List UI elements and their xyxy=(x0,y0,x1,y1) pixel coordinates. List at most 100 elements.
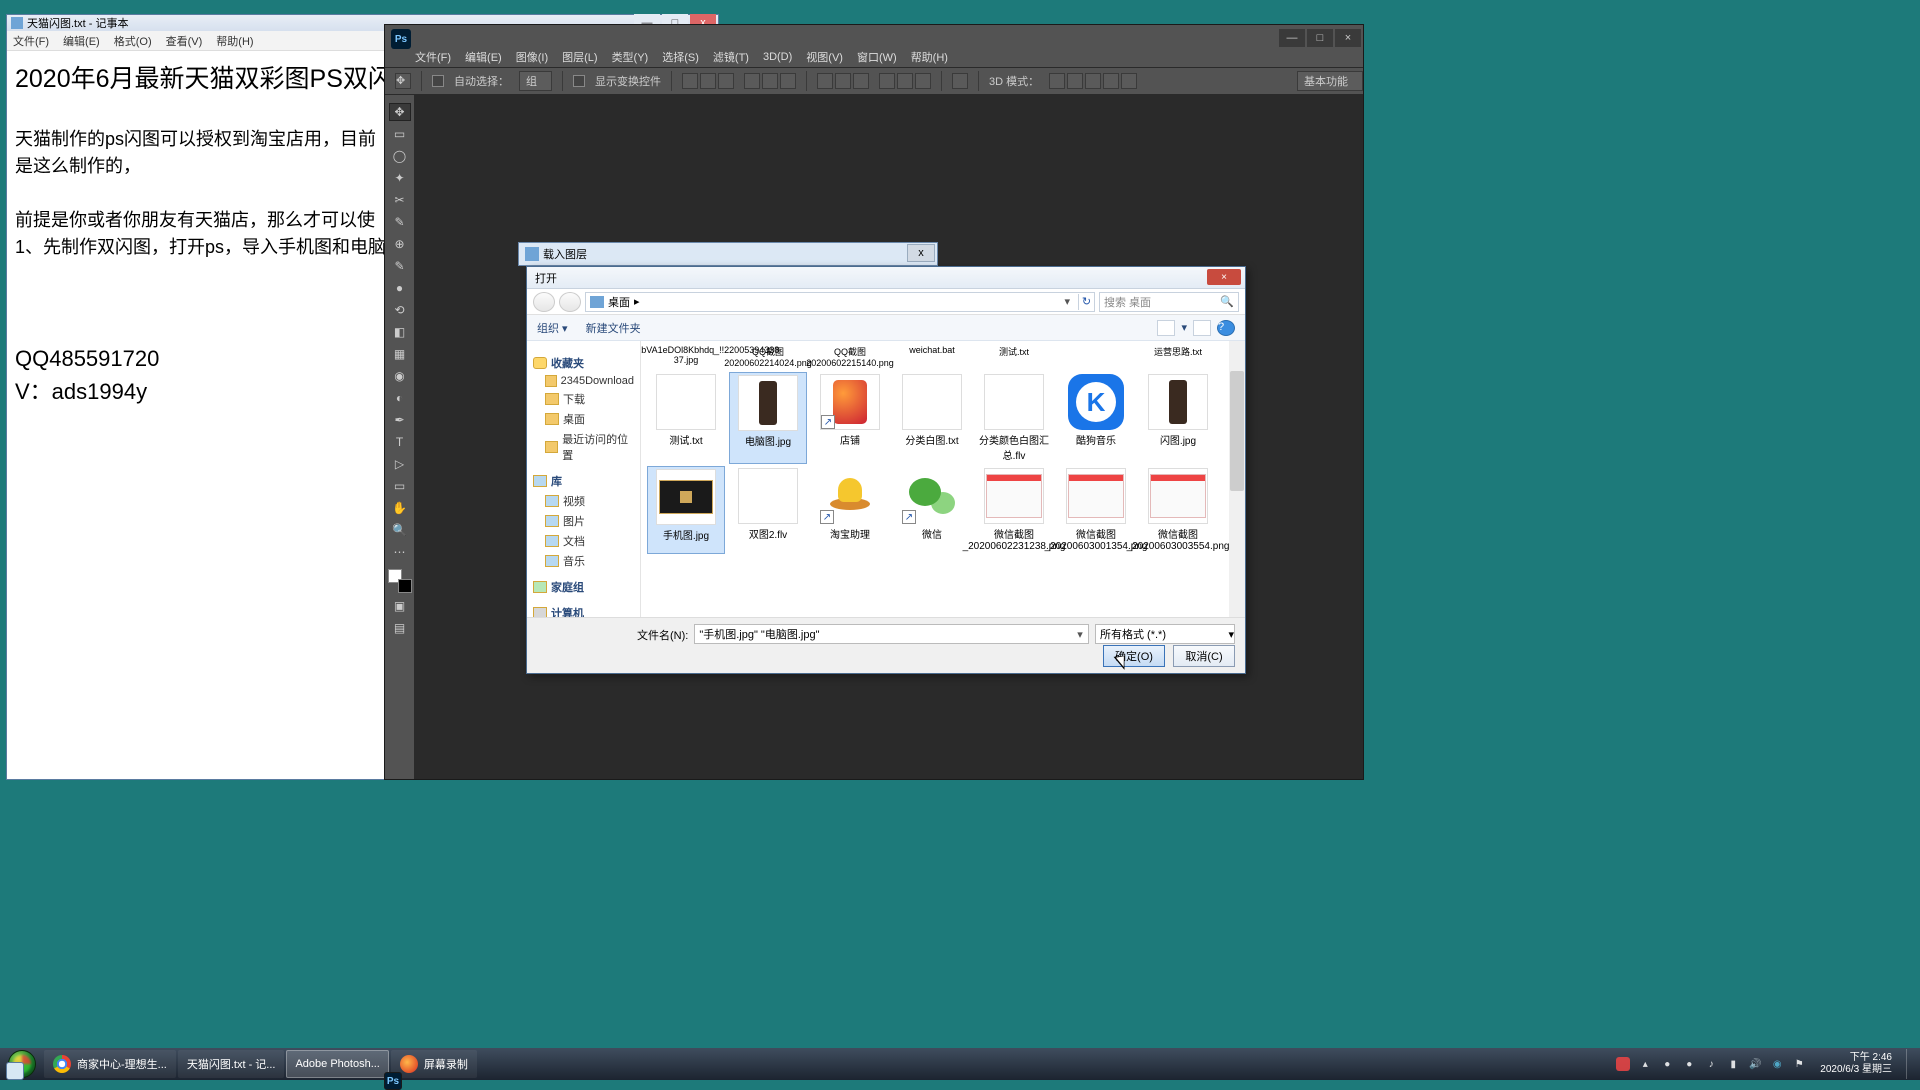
dropdown-icon[interactable]: ▾ xyxy=(1072,628,1088,641)
menu-view[interactable]: 查看(V) xyxy=(166,33,203,49)
menu-file[interactable]: 文件(F) xyxy=(13,33,49,49)
gradient-tool[interactable]: ▦ xyxy=(389,345,411,363)
quickmask-tool[interactable]: ▣ xyxy=(389,597,411,615)
wand-tool[interactable]: ✦ xyxy=(389,169,411,187)
zoom-tool[interactable]: 🔍 xyxy=(389,521,411,539)
align-icon[interactable] xyxy=(718,73,734,89)
organize-menu[interactable]: 组织 ▾ xyxy=(537,320,568,336)
menu-help[interactable]: 帮助(H) xyxy=(911,49,948,65)
tree-video[interactable]: 视频 xyxy=(531,491,636,511)
view-mode-icon[interactable] xyxy=(1157,320,1175,336)
distribute-icon[interactable] xyxy=(835,73,851,89)
path-dropdown-icon[interactable]: ▾ xyxy=(1064,295,1074,308)
menu-3d[interactable]: 3D(D) xyxy=(763,51,792,63)
forward-button[interactable] xyxy=(559,292,581,312)
file-item[interactable]: 测试.txt xyxy=(975,343,1053,370)
tree-downloads[interactable]: 下载 xyxy=(531,389,636,409)
align-icon[interactable] xyxy=(780,73,796,89)
tray-icon[interactable]: ♪ xyxy=(1704,1057,1718,1071)
shape-tool[interactable]: ▭ xyxy=(389,477,411,495)
load-layers-dialog-titlebar[interactable]: 载入图层 x xyxy=(518,242,938,266)
open-dialog-titlebar[interactable]: 打开 × xyxy=(527,267,1245,289)
tree-recent[interactable]: 最近访问的位置 xyxy=(531,429,636,465)
back-button[interactable] xyxy=(533,292,555,312)
menu-window[interactable]: 窗口(W) xyxy=(857,49,897,65)
file-item[interactable]: QQ截图20200602214024.png xyxy=(729,343,807,370)
distribute-icon[interactable] xyxy=(879,73,895,89)
path-tool[interactable]: ▷ xyxy=(389,455,411,473)
help-icon[interactable]: ? xyxy=(1217,320,1235,336)
menu-format[interactable]: 格式(O) xyxy=(114,33,152,49)
filter-dropdown[interactable]: 所有格式 (*.*)▾ xyxy=(1095,624,1235,644)
file-scrollbar[interactable] xyxy=(1229,341,1245,617)
volume-icon[interactable]: 🔊 xyxy=(1748,1057,1762,1071)
filename-input[interactable]: "手机图.jpg" "电脑图.jpg"▾ xyxy=(694,624,1089,644)
stamp-tool[interactable]: ● xyxy=(389,279,411,297)
move-tool-icon[interactable]: ✥ xyxy=(395,73,411,89)
align-icon[interactable] xyxy=(682,73,698,89)
taskbar-item-chrome[interactable]: 商家中心-理想生... xyxy=(44,1050,176,1078)
tree-computer[interactable]: 计算机 xyxy=(531,603,636,617)
auto-select-dropdown[interactable]: 组 xyxy=(519,71,552,91)
path-bar[interactable]: 桌面 ▸ ▾ ↻ xyxy=(585,292,1095,312)
file-item-selected[interactable]: 电脑图.jpg xyxy=(729,372,807,464)
type-tool[interactable]: T xyxy=(389,433,411,451)
tree-libraries[interactable]: 库 xyxy=(531,471,636,491)
eraser-tool[interactable]: ◧ xyxy=(389,323,411,341)
close-button[interactable]: x xyxy=(907,244,935,262)
tray-icon[interactable]: ● xyxy=(1660,1057,1674,1071)
file-item[interactable]: 微信截图_20200603003554.png xyxy=(1139,466,1217,554)
hand-tool[interactable]: ✋ xyxy=(389,499,411,517)
search-box[interactable]: 搜索 桌面 🔍 xyxy=(1099,292,1239,312)
menu-select[interactable]: 选择(S) xyxy=(662,49,699,65)
close-button[interactable]: × xyxy=(1207,269,1241,285)
file-list[interactable]: O1cN01QfAbVA1eDOl8Kbhdq_!!22005394338 37… xyxy=(641,341,1245,617)
taskbar-item-recorder[interactable]: 屏幕录制 xyxy=(391,1050,477,1078)
file-item[interactable]: 闪图.jpg xyxy=(1139,372,1217,464)
move-tool[interactable]: ✥ xyxy=(389,103,411,121)
new-folder-button[interactable]: 新建文件夹 xyxy=(586,320,641,336)
file-item[interactable]: 分类颜色白图汇总.flv xyxy=(975,372,1053,464)
3d-icon[interactable] xyxy=(1049,73,1065,89)
history-brush-tool[interactable]: ⟲ xyxy=(389,301,411,319)
ps-titlebar[interactable] xyxy=(385,25,1363,47)
tree-pictures[interactable]: 图片 xyxy=(531,511,636,531)
dropdown-icon[interactable]: ▾ xyxy=(1228,628,1234,641)
tray-icon[interactable]: ● xyxy=(1682,1057,1696,1071)
tree-documents[interactable]: 文档 xyxy=(531,531,636,551)
tray-up-icon[interactable]: ▴ xyxy=(1638,1057,1652,1071)
scrollbar-thumb[interactable] xyxy=(1230,371,1244,491)
eyedropper-tool[interactable]: ✎ xyxy=(389,213,411,231)
blur-tool[interactable]: ◉ xyxy=(389,367,411,385)
menu-view[interactable]: 视图(V) xyxy=(806,49,843,65)
tree-homegroup[interactable]: 家庭组 xyxy=(531,577,636,597)
network-icon[interactable]: ▮ xyxy=(1726,1057,1740,1071)
file-item[interactable]: ↗店铺 xyxy=(811,372,889,464)
menu-edit[interactable]: 编辑(E) xyxy=(465,49,502,65)
color-swatches[interactable] xyxy=(388,569,412,593)
distribute-icon[interactable] xyxy=(817,73,833,89)
file-item[interactable]: weichat.bat xyxy=(893,343,971,370)
distribute-icon[interactable] xyxy=(915,73,931,89)
align-icon[interactable] xyxy=(744,73,760,89)
distribute-icon[interactable] xyxy=(853,73,869,89)
preview-pane-icon[interactable] xyxy=(1193,320,1211,336)
3d-icon[interactable] xyxy=(1085,73,1101,89)
tray-icon[interactable]: ◉ xyxy=(1770,1057,1784,1071)
align-icon[interactable] xyxy=(700,73,716,89)
lasso-tool[interactable]: ◯ xyxy=(389,147,411,165)
workspace-select[interactable]: 基本功能 xyxy=(1297,71,1363,91)
file-item[interactable]: 测试.txt xyxy=(647,372,725,464)
file-item[interactable]: 双图2.flv xyxy=(729,466,807,554)
file-item-selected[interactable]: 手机图.jpg xyxy=(647,466,725,554)
screenmode-tool[interactable]: ▤ xyxy=(389,619,411,637)
ok-button[interactable]: 确定(O) xyxy=(1103,645,1165,667)
show-desktop-button[interactable] xyxy=(1906,1049,1916,1079)
file-item[interactable]: O1cN01QfAbVA1eDOl8Kbhdq_!!22005394338 37… xyxy=(647,343,725,370)
file-item[interactable]: 微信截图_20200603001354.png xyxy=(1057,466,1135,554)
taskbar-item-notepad[interactable]: 天猫闪图.txt - 记... xyxy=(178,1050,285,1078)
refresh-icon[interactable]: ↻ xyxy=(1078,294,1094,310)
menu-filter[interactable]: 滤镜(T) xyxy=(713,49,749,65)
menu-image[interactable]: 图像(I) xyxy=(516,49,548,65)
distribute-icon[interactable] xyxy=(897,73,913,89)
